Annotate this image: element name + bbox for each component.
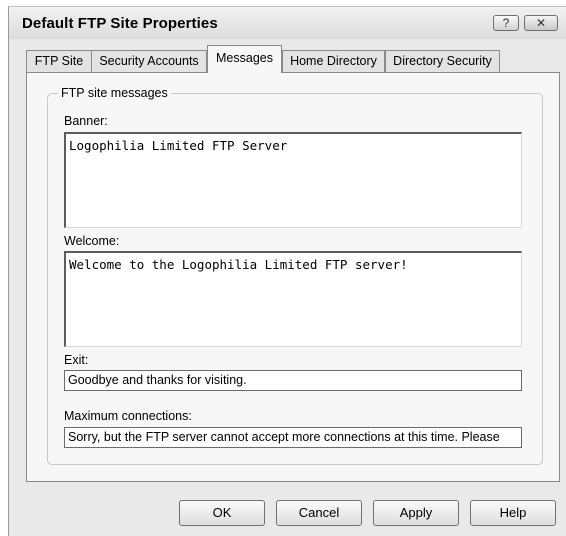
exit-message-field[interactable]: Goodbye and thanks for visiting. bbox=[64, 370, 522, 391]
tab-label: Messages bbox=[216, 51, 273, 65]
messages-panel: FTP site messages Banner: Logophilia Lim… bbox=[26, 72, 560, 482]
help-title-button[interactable]: ? bbox=[493, 15, 519, 31]
banner-label: Banner: bbox=[64, 114, 108, 128]
title-bar[interactable]: Default FTP Site Properties ? ✕ bbox=[9, 7, 566, 39]
welcome-label: Welcome: bbox=[64, 234, 120, 248]
tab-home-directory[interactable]: Home Directory bbox=[282, 50, 385, 72]
group-title: FTP site messages bbox=[58, 86, 171, 100]
ok-button[interactable]: OK bbox=[179, 500, 265, 526]
max-connections-message-field[interactable]: Sorry, but the FTP server cannot accept … bbox=[64, 427, 522, 448]
welcome-textarea[interactable]: Welcome to the Logophilia Limited FTP se… bbox=[64, 251, 522, 347]
help-button[interactable]: Help bbox=[470, 500, 556, 526]
properties-dialog: Default FTP Site Properties ? ✕ FTP Site… bbox=[8, 6, 566, 536]
tab-label: FTP Site bbox=[34, 54, 84, 68]
tab-ftp-site[interactable]: FTP Site bbox=[26, 50, 92, 72]
tab-label: Directory Security bbox=[393, 54, 492, 68]
max-connections-label: Maximum connections: bbox=[64, 409, 192, 423]
ok-button-label: OK bbox=[212, 505, 232, 520]
apply-button[interactable]: Apply bbox=[373, 500, 459, 526]
tab-messages[interactable]: Messages bbox=[207, 45, 282, 73]
cancel-button[interactable]: Cancel bbox=[276, 500, 362, 526]
tab-security-accounts[interactable]: Security Accounts bbox=[91, 50, 207, 72]
apply-button-label: Apply bbox=[399, 505, 433, 520]
banner-textarea[interactable]: Logophilia Limited FTP Server bbox=[64, 132, 522, 228]
tab-directory-security[interactable]: Directory Security bbox=[385, 50, 500, 72]
tab-label: Home Directory bbox=[290, 54, 377, 68]
window-title: Default FTP Site Properties bbox=[22, 15, 218, 32]
close-button[interactable]: ✕ bbox=[524, 15, 558, 31]
close-icon: ✕ bbox=[535, 16, 547, 30]
exit-label: Exit: bbox=[64, 353, 89, 367]
cancel-button-label: Cancel bbox=[298, 505, 340, 520]
question-mark-icon: ? bbox=[502, 16, 510, 30]
help-button-label: Help bbox=[499, 505, 527, 520]
tab-label: Security Accounts bbox=[99, 54, 199, 68]
ftp-site-messages-group: FTP site messages Banner: Logophilia Lim… bbox=[47, 86, 543, 465]
